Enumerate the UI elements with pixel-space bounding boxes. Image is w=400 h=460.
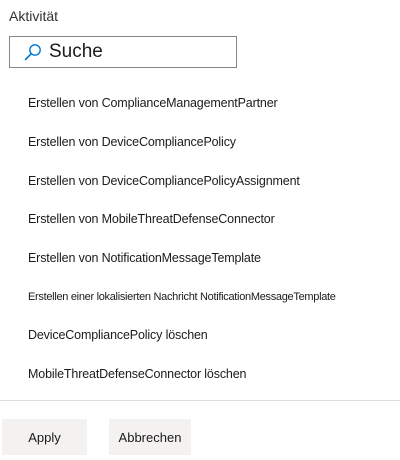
activity-item[interactable]: Erstellen einer lokalisierten Nachricht …: [28, 291, 336, 303]
search-icon: [22, 41, 44, 63]
apply-button[interactable]: Apply: [2, 419, 87, 455]
activity-item[interactable]: Erstellen von DeviceCompliancePolicy: [28, 135, 236, 149]
search-box[interactable]: [9, 36, 237, 68]
activity-item[interactable]: MobileThreatDefenseConnector löschen: [28, 367, 246, 381]
activity-item[interactable]: Erstellen von ComplianceManagementPartne…: [28, 96, 278, 110]
activity-item[interactable]: Erstellen von NotificationMessageTemplat…: [28, 251, 261, 265]
cancel-button[interactable]: Abbrechen: [109, 419, 191, 455]
activity-item[interactable]: DeviceCompliancePolicy löschen: [28, 328, 208, 342]
footer-divider: [0, 400, 400, 401]
activity-item[interactable]: Erstellen von DeviceCompliancePolicyAssi…: [28, 174, 300, 188]
search-input[interactable]: [49, 41, 219, 63]
filter-title: Aktivität: [9, 8, 59, 24]
activity-item[interactable]: Erstellen von MobileThreatDefenseConnect…: [28, 212, 275, 226]
